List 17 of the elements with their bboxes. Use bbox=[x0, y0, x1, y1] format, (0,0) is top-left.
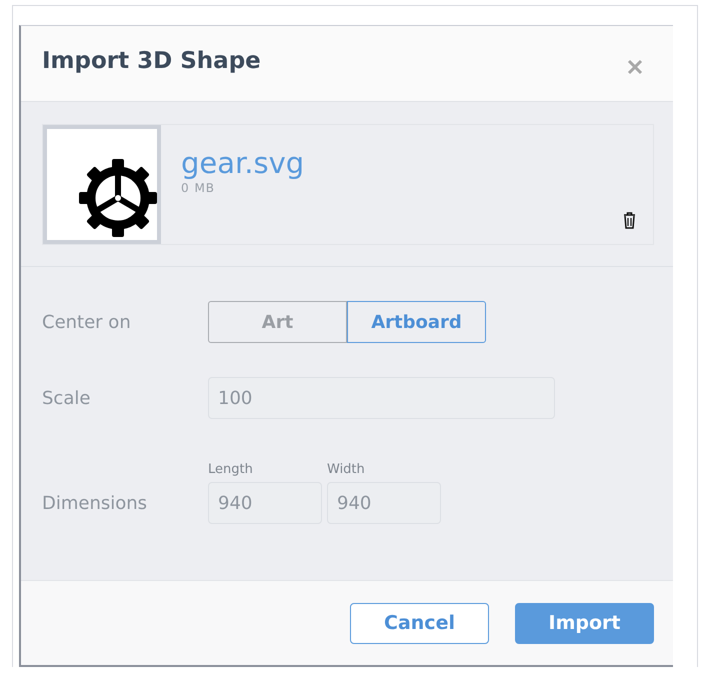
gear-icon bbox=[79, 159, 157, 237]
segment-option[interactable]: Artboard bbox=[347, 301, 486, 343]
trash-icon[interactable] bbox=[623, 212, 636, 229]
cancel-button[interactable]: Cancel bbox=[350, 602, 489, 644]
field-label: Length bbox=[208, 462, 254, 477]
file-size: 0 MB bbox=[181, 181, 216, 195]
segment-option[interactable]: Art bbox=[208, 301, 347, 343]
scale-field[interactable]: 100 bbox=[208, 377, 555, 419]
field-label: Width bbox=[327, 462, 366, 477]
dimension-field[interactable]: 940 bbox=[327, 482, 441, 524]
dimension-field[interactable]: 940 bbox=[208, 482, 322, 524]
field-label: Dimensions bbox=[42, 493, 148, 514]
import-button[interactable]: Import bbox=[515, 602, 654, 644]
field-label: Scale bbox=[42, 388, 92, 408]
field-label: Center on bbox=[42, 312, 132, 332]
dialog-title: Import 3D Shape bbox=[42, 48, 261, 74]
file-name: gear.svg bbox=[181, 145, 304, 181]
